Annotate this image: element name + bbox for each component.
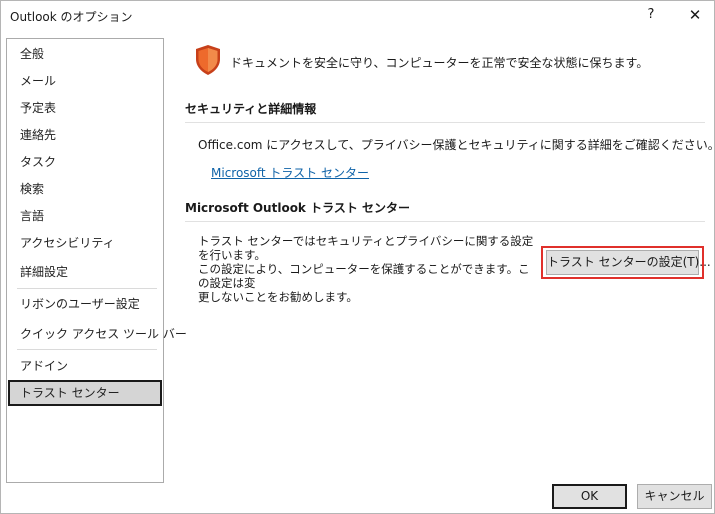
sidebar-item-language[interactable]: 言語 [8, 203, 162, 229]
sidebar-item-customize-ribbon[interactable]: リボンのユーザー設定 [8, 291, 162, 317]
close-button[interactable]: ✕ [685, 5, 705, 25]
sidebar-item-quick-access-toolbar[interactable]: クイック アクセス ツール バー [8, 321, 187, 347]
shield-icon [196, 45, 220, 75]
sidebar-item-tasks[interactable]: タスク [8, 149, 162, 175]
trust-center-description-line: この設定により、コンピューターを保護することができます。この設定は変 [198, 262, 530, 290]
security-section-title: セキュリティと詳細情報 [185, 102, 317, 116]
ok-button[interactable]: OK [552, 484, 627, 509]
trust-center-description: トラスト センターではセキュリティとプライバシーに関する設定を行います。 この設… [198, 234, 538, 304]
trust-center-description-line: 更しないことをお勧めします。 [198, 290, 358, 304]
sidebar-item-advanced[interactable]: 詳細設定 [8, 259, 162, 285]
sidebar-item-accessibility[interactable]: アクセシビリティ [8, 230, 162, 256]
sidebar-item-addins[interactable]: アドイン [8, 353, 162, 379]
section-divider [185, 122, 705, 123]
header-row: ドキュメントを安全に守り、コンピューターを正常で安全な状態に保ちます。 [194, 44, 714, 78]
title-bar: Outlook のオプション ? ✕ [1, 1, 714, 31]
sidebar-item-search[interactable]: 検索 [8, 176, 162, 202]
options-dialog: Outlook のオプション ? ✕ 全般 メール 予定表 連絡先 タスク 検索… [0, 0, 715, 514]
sidebar: 全般 メール 予定表 連絡先 タスク 検索 言語 アクセシビリティ 詳細設定 リ… [6, 38, 187, 483]
dialog-body: 全般 メール 予定表 連絡先 タスク 検索 言語 アクセシビリティ 詳細設定 リ… [1, 31, 715, 513]
main-content: ドキュメントを安全に守り、コンピューターを正常で安全な状態に保ちます。 セキュリ… [176, 31, 715, 471]
sidebar-separator [17, 288, 157, 289]
sidebar-item-calendar[interactable]: 予定表 [8, 95, 162, 121]
window-title: Outlook のオプション [10, 10, 133, 24]
sidebar-item-general[interactable]: 全般 [8, 41, 162, 67]
microsoft-trust-center-link[interactable]: Microsoft トラスト センター [211, 164, 369, 181]
section-divider [185, 221, 705, 222]
sidebar-separator [17, 349, 157, 350]
sidebar-item-mail[interactable]: メール [8, 68, 162, 94]
sidebar-item-trust-center[interactable]: トラスト センター [8, 380, 162, 406]
sidebar-item-contacts[interactable]: 連絡先 [8, 122, 162, 148]
trust-center-section-title: Microsoft Outlook トラスト センター [185, 201, 411, 215]
trust-center-description-line: トラスト センターではセキュリティとプライバシーに関する設定を行います。 [198, 234, 534, 262]
cancel-button[interactable]: キャンセル [637, 484, 712, 509]
header-text: ドキュメントを安全に守り、コンピューターを正常で安全な状態に保ちます。 [230, 56, 649, 70]
trust-center-settings-button[interactable]: トラスト センターの設定(T)... [546, 250, 711, 275]
security-description: Office.com にアクセスして、プライバシー保護とセキュリティに関する詳細… [198, 138, 715, 152]
help-button[interactable]: ? [641, 5, 661, 25]
